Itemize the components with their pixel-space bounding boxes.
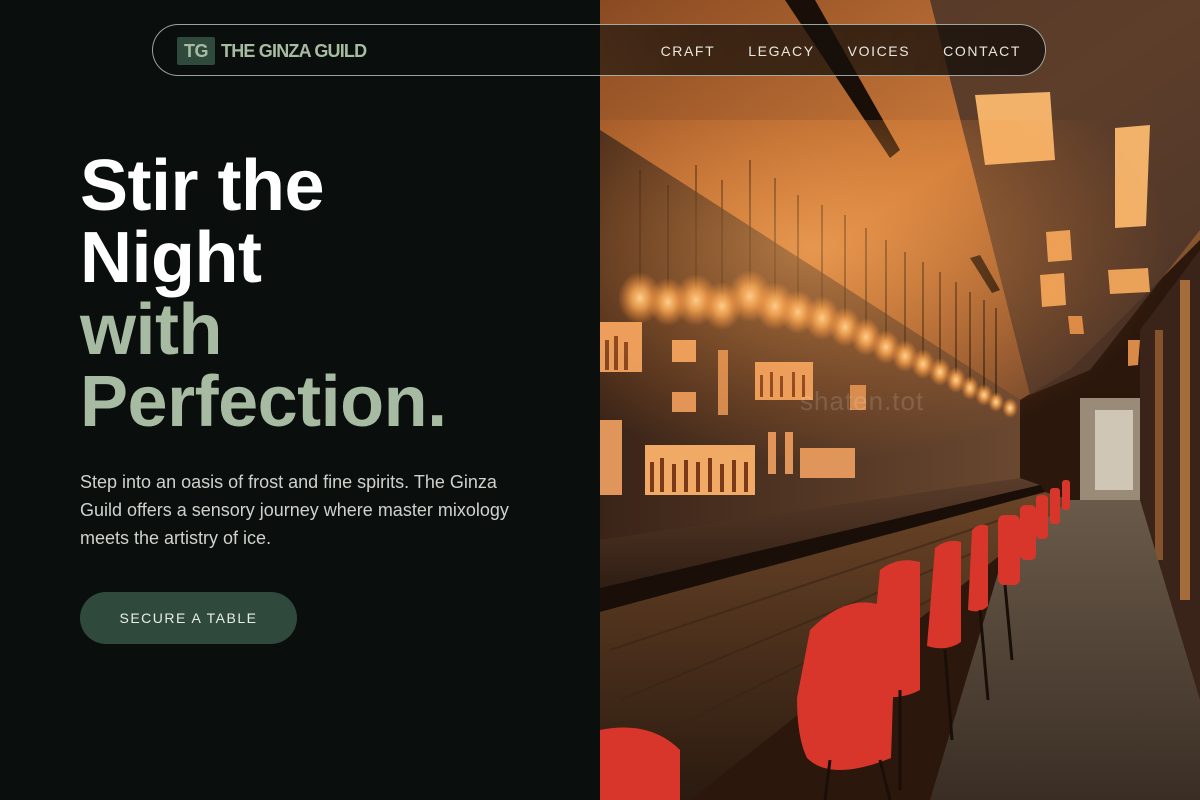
bar-photo: shaten.tot [600, 0, 1200, 800]
headline-line-3: with [80, 290, 222, 370]
image-watermark: shaten.tot [800, 386, 925, 416]
nav-link-contact[interactable]: CONTACT [943, 43, 1021, 59]
nav-link-voices[interactable]: VOICES [848, 43, 911, 59]
nav-link-legacy[interactable]: LEGACY [748, 43, 814, 59]
logo-mark: TG [177, 37, 215, 65]
nav-link-craft[interactable]: CRAFT [661, 43, 716, 59]
top-nav: TG THE GINZA GUILD CRAFT LEGACY VOICES C… [152, 24, 1046, 76]
hero-panel: Stir the Night with Perfection. Step int… [0, 0, 600, 800]
hero-headline: Stir the Night with Perfection. [80, 150, 447, 438]
headline-line-2: Night [80, 218, 262, 298]
nav-links: CRAFT LEGACY VOICES CONTACT [628, 25, 1021, 77]
landing-page: Stir the Night with Perfection. Step int… [0, 0, 1200, 800]
secure-table-button[interactable]: SECURE A TABLE [80, 592, 297, 644]
brand-name: THE GINZA GUILD [221, 40, 367, 61]
brand-logo[interactable]: TG THE GINZA GUILD [177, 37, 367, 65]
hero-description: Step into an oasis of frost and fine spi… [80, 472, 509, 548]
headline-line-1: Stir the [80, 146, 325, 226]
headline-line-4: Perfection. [80, 362, 447, 442]
